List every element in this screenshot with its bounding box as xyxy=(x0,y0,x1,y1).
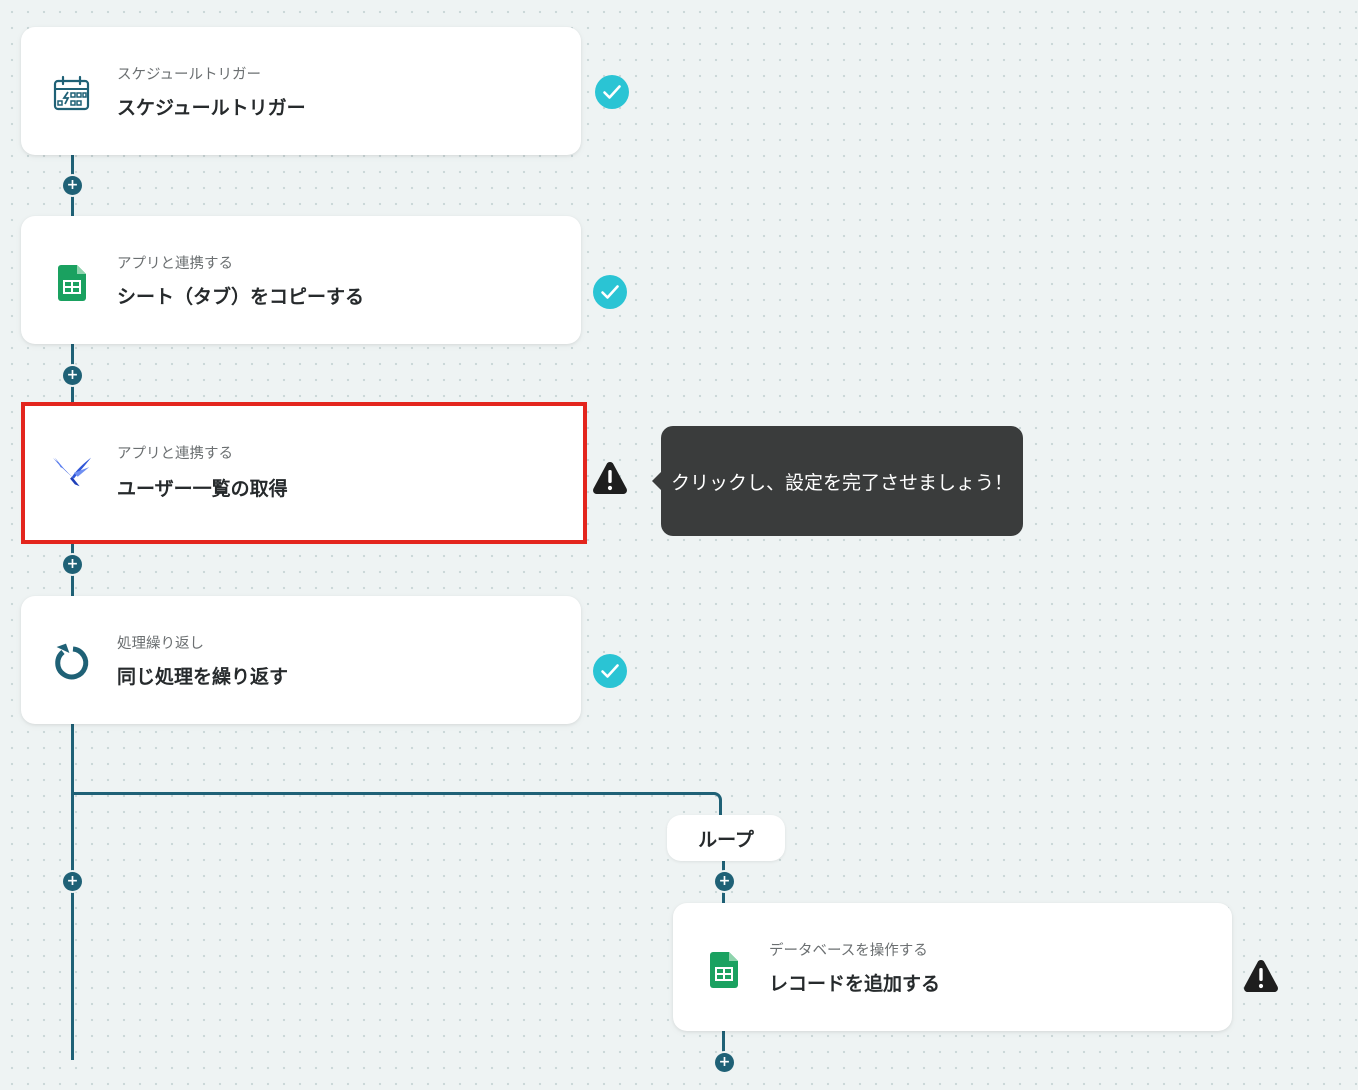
setup-hint-tooltip: クリックし、設定を完了させましょう！ xyxy=(652,426,1023,536)
add-step-button[interactable]: + xyxy=(63,872,82,891)
loop-branch-connector xyxy=(71,792,722,818)
step-title: スケジュールトリガー xyxy=(117,97,306,119)
warning-icon xyxy=(1244,960,1278,992)
step-title: シート（タブ）をコピーする xyxy=(117,286,365,308)
check-icon xyxy=(593,654,627,688)
step-title: ユーザー一覧の取得 xyxy=(117,478,288,500)
step-category-label: データベースを操作する xyxy=(769,943,928,959)
check-icon xyxy=(595,75,629,109)
add-step-button[interactable]: + xyxy=(63,555,82,574)
step-category-label: アプリと連携する xyxy=(117,256,233,272)
step-category-label: アプリと連携する xyxy=(117,446,233,462)
add-loop-step-button[interactable]: + xyxy=(715,872,734,891)
add-step-button[interactable]: + xyxy=(63,176,82,195)
add-loop-step-button[interactable]: + xyxy=(715,1053,734,1072)
step-card-copy-sheet[interactable]: アプリと連携する シート（タブ）をコピーする xyxy=(21,216,581,344)
warning-icon xyxy=(593,462,627,494)
step-category-label: 処理繰り返し xyxy=(117,636,204,652)
step-card-schedule-trigger[interactable]: スケジュールトリガー スケジュールトリガー xyxy=(21,27,581,155)
bird-app-icon xyxy=(51,450,93,492)
add-step-button[interactable]: + xyxy=(63,366,82,385)
workflow-canvas: + + + + + + スケジュールトリガー スケジュールトリガー アプリと連携… xyxy=(0,0,1358,1090)
step-title: 同じ処理を繰り返す xyxy=(117,666,289,688)
step-card-get-user-list[interactable]: アプリと連携する ユーザー一覧の取得 xyxy=(21,402,587,544)
step-card-add-record[interactable]: データベースを操作する レコードを追加する xyxy=(673,903,1232,1031)
step-category-label: スケジュールトリガー xyxy=(117,67,261,83)
step-title: レコードを追加する xyxy=(769,973,941,995)
google-sheets-icon xyxy=(703,949,745,991)
loop-branch-label: ループ xyxy=(667,815,785,861)
check-icon xyxy=(593,275,627,309)
calendar-trigger-icon xyxy=(51,73,93,115)
step-card-loop[interactable]: 処理繰り返し 同じ処理を繰り返す xyxy=(21,596,581,724)
google-sheets-icon xyxy=(51,262,93,304)
loop-icon xyxy=(51,642,93,684)
